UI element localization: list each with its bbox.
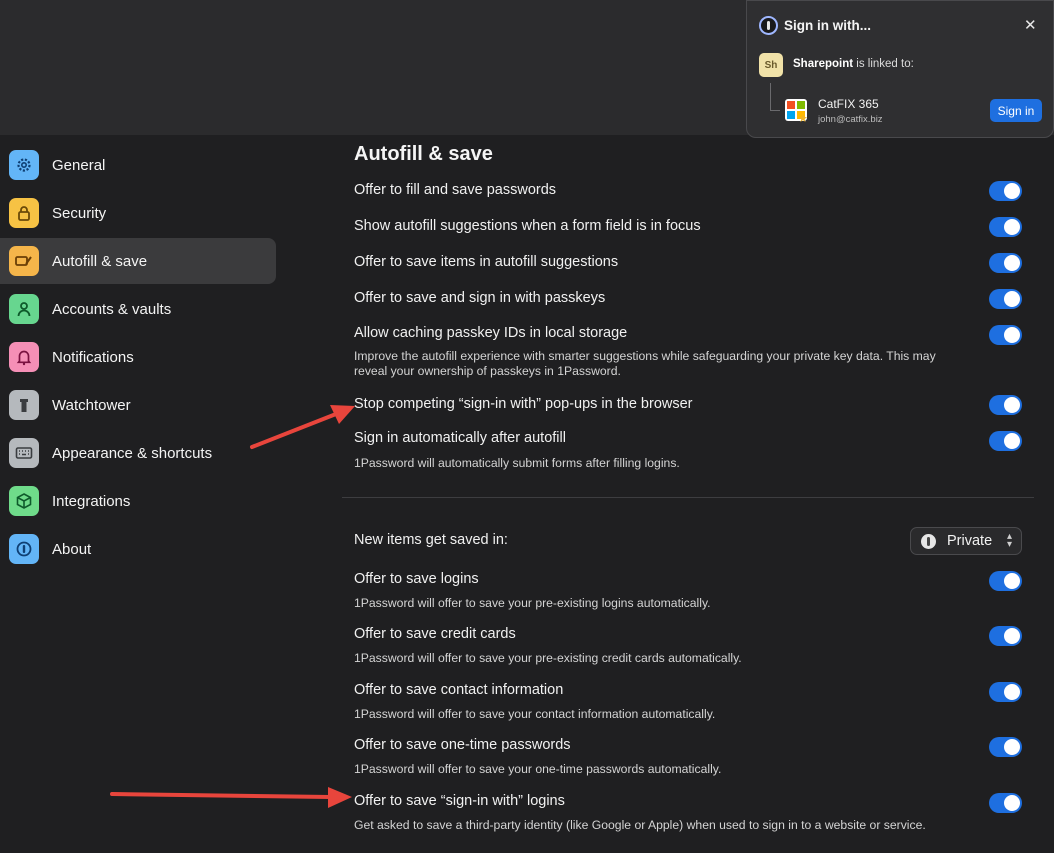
popup-title: Sign in with...: [784, 18, 871, 33]
toggle-save-contact-info[interactable]: [989, 682, 1022, 702]
bell-icon: [9, 342, 39, 372]
sidebar-item-notifications[interactable]: Notifications: [0, 334, 276, 380]
setting-label: Stop competing “sign-in with” pop-ups in…: [354, 396, 693, 412]
setting-label: Offer to fill and save passwords: [354, 182, 557, 198]
settings-window: General Security Autofill & save Account…: [0, 0, 1054, 853]
sign-in-with-popup: Sign in with... ✕ Sh Sharepoint is linke…: [746, 0, 1054, 138]
linked-suffix: is linked to:: [853, 58, 914, 70]
setting-description: 1Password will offer to save your one-ti…: [354, 762, 722, 776]
setting-label: Offer to save one-time passwords: [354, 737, 571, 753]
sidebar-item-accounts-vaults[interactable]: Accounts & vaults: [0, 286, 276, 332]
setting-description: Get asked to save a third-party identity…: [354, 818, 926, 832]
sidebar: General Security Autofill & save Account…: [0, 135, 290, 853]
toggle-knob: [1004, 433, 1020, 449]
toggle-save-logins[interactable]: [989, 571, 1022, 591]
toggle-knob: [1004, 628, 1020, 644]
sidebar-item-label: Integrations: [52, 492, 131, 510]
sidebar-item-label: About: [52, 540, 92, 558]
toggle-save-sign-in-with-logins[interactable]: [989, 793, 1022, 813]
sidebar-item-label: Accounts & vaults: [52, 300, 172, 318]
sidebar-item-integrations[interactable]: Integrations: [0, 478, 276, 524]
toggle-fill-save-passwords[interactable]: [989, 181, 1022, 201]
box-icon: [9, 486, 39, 516]
toggle-knob: [1004, 397, 1020, 413]
toggle-knob: [1004, 291, 1020, 307]
person-icon: [9, 294, 39, 324]
sidebar-item-appearance-shortcuts[interactable]: Appearance & shortcuts: [0, 430, 276, 476]
toggle-knob: [1004, 219, 1020, 235]
tree-connector: [770, 83, 780, 111]
toggle-knob: [1004, 183, 1020, 199]
site-badge: Sh: [759, 53, 783, 77]
account-email: john@catfix.biz: [818, 114, 883, 125]
toggle-auto-sign-in[interactable]: [989, 431, 1022, 451]
setting-label: Sign in automatically after autofill: [354, 430, 566, 446]
sidebar-item-label: Autofill & save: [52, 252, 148, 270]
toggle-knob: [1004, 795, 1020, 811]
toggle-knob: [1004, 573, 1020, 589]
autofill-icon: [9, 246, 39, 276]
setting-label: Offer to save contact information: [354, 682, 564, 698]
setting-label: Offer to save credit cards: [354, 626, 516, 642]
setting-label: Allow caching passkey IDs in local stora…: [354, 325, 628, 341]
setting-description: 1Password will offer to save your pre-ex…: [354, 651, 742, 665]
toggle-knob: [1004, 684, 1020, 700]
sidebar-item-about[interactable]: About: [0, 526, 276, 572]
setting-description: Improve the autofill experience with sma…: [354, 349, 936, 378]
sidebar-item-security[interactable]: Security: [0, 190, 276, 236]
gear-icon: [9, 150, 39, 180]
sign-in-button[interactable]: Sign in: [990, 99, 1042, 122]
onepassword-icon: [9, 534, 39, 564]
tower-icon: [9, 390, 39, 420]
toggle-save-credit-cards[interactable]: [989, 626, 1022, 646]
toggle-save-otp[interactable]: [989, 737, 1022, 757]
lock-icon: [9, 198, 39, 228]
sidebar-item-autofill-save[interactable]: Autofill & save: [0, 238, 276, 284]
setting-label: Show autofill suggestions when a form fi…: [354, 218, 701, 234]
vault-icon: [921, 534, 936, 549]
setting-label: Offer to save and sign in with passkeys: [354, 290, 606, 306]
section-divider: [342, 497, 1034, 498]
sidebar-item-label: Security: [52, 204, 107, 222]
chevron-updown-icon: ▴ ▾: [1006, 531, 1012, 550]
sidebar-item-label: Notifications: [52, 348, 134, 366]
close-icon[interactable]: ✕: [1024, 16, 1037, 34]
toggle-knob: [1004, 739, 1020, 755]
setting-description: 1Password will offer to save your contac…: [354, 707, 716, 721]
toggle-stop-competing-popups[interactable]: [989, 395, 1022, 415]
sidebar-item-label: Appearance & shortcuts: [52, 444, 213, 462]
settings-panel: Autofill & save Offer to fill and save p…: [342, 135, 1054, 853]
toggle-save-items-suggestions[interactable]: [989, 253, 1022, 273]
toggle-knob: [1004, 255, 1020, 271]
page-title: Autofill & save: [354, 143, 493, 165]
toggle-passkeys[interactable]: [989, 289, 1022, 309]
setting-label: Offer to save logins: [354, 571, 479, 587]
setting-description: 1Password will automatically submit form…: [354, 456, 680, 470]
keyboard-icon: [9, 438, 39, 468]
toggle-autofill-suggestions-focus[interactable]: [989, 217, 1022, 237]
setting-label: Offer to save “sign-in with” logins: [354, 793, 565, 809]
vault-select[interactable]: Private ▴ ▾: [910, 527, 1022, 555]
account-name: CatFIX 365: [818, 97, 879, 111]
sidebar-item-label: General: [52, 156, 106, 174]
linked-text: Sharepoint is linked to:: [793, 58, 914, 70]
sidebar-item-label: Watchtower: [52, 396, 131, 414]
sidebar-item-general[interactable]: General: [0, 142, 276, 188]
setting-label: Offer to save items in autofill suggesti…: [354, 254, 619, 270]
toggle-knob: [1004, 327, 1020, 343]
setting-description: 1Password will offer to save your pre-ex…: [354, 596, 711, 610]
save-location-label: New items get saved in:: [354, 532, 508, 548]
vault-select-value: Private: [947, 533, 993, 549]
onepassword-logo-icon: [759, 16, 778, 35]
toggle-cache-passkey-ids[interactable]: [989, 325, 1022, 345]
sidebar-item-watchtower[interactable]: Watchtower: [0, 382, 276, 428]
site-name: Sharepoint: [793, 58, 854, 70]
star-icon: ★: [798, 113, 808, 125]
